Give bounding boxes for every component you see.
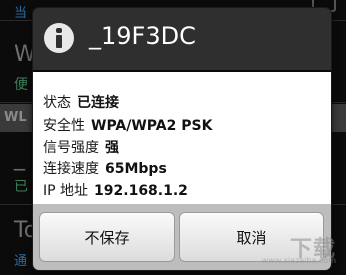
forget-button[interactable]: 不保存 (39, 212, 175, 262)
network-info-dialog: _19F3DC 状态 已连接 安全性 WPA/WPA2 PSK 信号强度强 连接速度… (33, 8, 331, 270)
ip-address-value: 192.168.1.2 (94, 183, 188, 199)
ip-address-label: IP 地址 (43, 183, 89, 199)
dialog-button-bar: 不保存 取消 (33, 204, 331, 270)
status-row: 状态 已连接 (43, 92, 119, 112)
dialog-body: 状态 已连接 安全性 WPA/WPA2 PSK 信号强度强 连接速度 65Mbps I… (33, 72, 331, 204)
info-icon (44, 23, 74, 53)
security-label: 安全性 (43, 118, 85, 134)
bg-row2-title: _ (14, 146, 25, 171)
link-speed-label: 连接速度 (43, 161, 99, 177)
security-value: WPA/WPA2 PSK (91, 118, 213, 134)
signal-row: 信号强度强 (43, 137, 119, 157)
dialog-title: _19F3DC (89, 22, 196, 50)
bg-top-label: 当 (14, 6, 28, 21)
status-value: 已连接 (77, 95, 119, 111)
bg-row1-sub: 便 (14, 77, 28, 93)
status-label: 状态 (43, 95, 71, 111)
link-speed-value: 65Mbps (105, 161, 167, 177)
dialog-header: _19F3DC (33, 8, 331, 72)
security-row: 安全性 WPA/WPA2 PSK (43, 115, 212, 135)
signal-label: 信号强度 (43, 140, 99, 156)
ip-address-row: IP 地址 192.168.1.2 (43, 180, 188, 200)
bg-row2-sub: 已 (14, 179, 28, 195)
signal-value: 强 (105, 140, 119, 156)
bg-row3-sub: 通 (14, 254, 28, 269)
link-speed-row: 连接速度 65Mbps (43, 158, 167, 178)
cancel-button[interactable]: 取消 (179, 212, 324, 262)
bg-section-header-label: WL (4, 110, 27, 125)
